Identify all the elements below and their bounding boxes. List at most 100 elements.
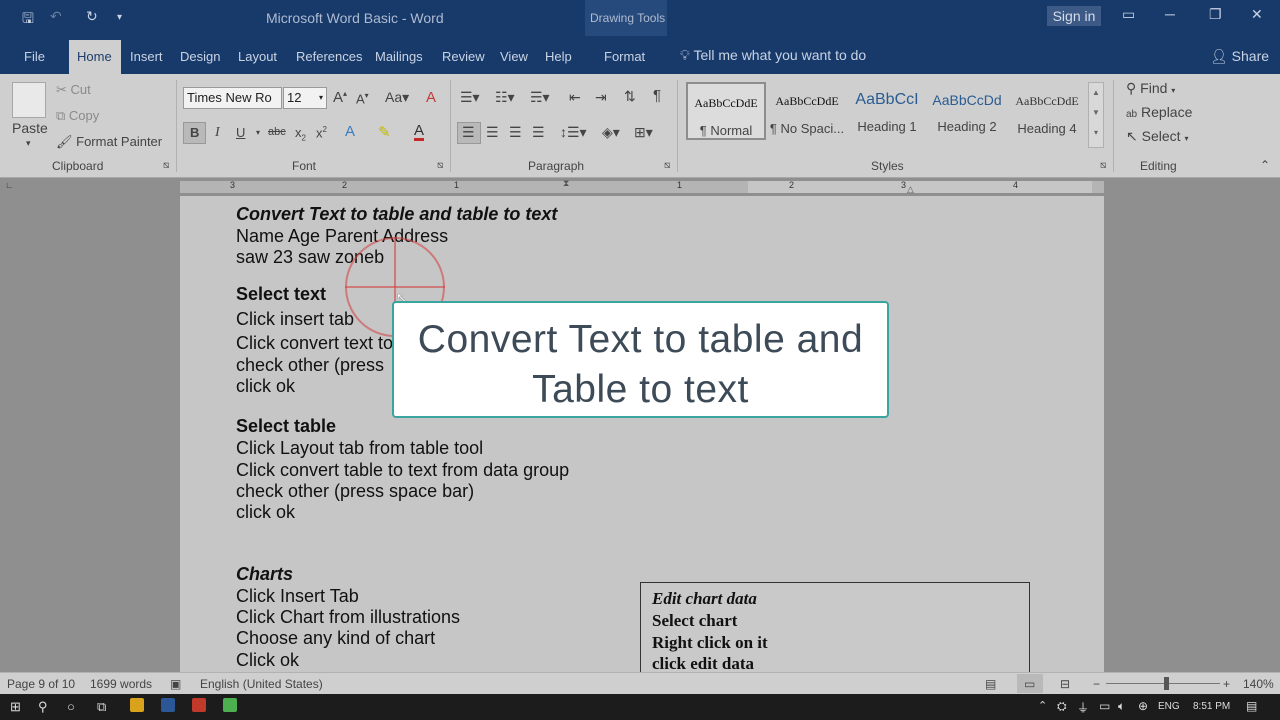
word-app-icon[interactable] (161, 698, 175, 712)
style-heading-4[interactable]: AaBbCcDdE Heading 4 (1007, 82, 1087, 140)
horizontal-ruler[interactable]: 3 2 1 1 2 3 4 ⧗ △ (180, 178, 1104, 195)
paste-dropdown-icon[interactable]: ▾ (26, 138, 31, 149)
show-formatting-icon[interactable]: ¶ (653, 87, 661, 104)
right-indent-marker-icon[interactable]: △ (907, 184, 914, 195)
tab-layout[interactable]: Layout (238, 49, 277, 64)
clock[interactable]: 8:51 PM (1193, 701, 1230, 712)
bold-icon[interactable]: B (190, 125, 199, 140)
superscript-icon[interactable]: x2 (316, 125, 327, 140)
tab-file[interactable]: File (24, 49, 45, 64)
styles-scroll[interactable]: ▲ ▼ ▾ (1088, 82, 1104, 148)
tab-references[interactable]: References (296, 49, 362, 64)
style-heading-2[interactable]: AaBbCcDd Heading 2 (927, 82, 1007, 140)
style-no-spacing[interactable]: AaBbCcDdE ¶ No Spaci... (767, 82, 847, 140)
notifications-icon[interactable]: ▤ (1246, 699, 1257, 713)
format-painter-button[interactable]: 🖌︎ Format Painter (56, 134, 162, 150)
replace-button[interactable]: ab Replace (1126, 104, 1192, 120)
zoom-slider-thumb[interactable] (1164, 677, 1169, 690)
more-styles-icon[interactable]: ▾ (1089, 123, 1103, 143)
paragraph-launcher-icon[interactable]: ⧅ (664, 160, 670, 171)
sign-in-button[interactable]: Sign in (1047, 6, 1101, 26)
battery-icon[interactable]: ▭ (1099, 699, 1110, 713)
usb-icon[interactable]: ⏚ (1077, 699, 1089, 716)
style-heading-1[interactable]: AaBbCcI Heading 1 (847, 82, 927, 140)
change-case-icon[interactable]: Aa▾ (385, 89, 409, 106)
page-count[interactable]: Page 9 of 10 (7, 677, 75, 691)
windows-start-icon[interactable]: ⊞ (10, 699, 21, 715)
close-icon[interactable]: ✕ (1251, 6, 1263, 23)
decrease-indent-icon[interactable]: ⇤ (569, 89, 581, 106)
paste-button[interactable]: Paste (12, 120, 48, 136)
zoom-slider-track[interactable] (1106, 683, 1220, 684)
chevron-down-icon[interactable]: ▾ (256, 128, 260, 137)
font-family-select[interactable]: Times New Ro (183, 87, 282, 109)
search-icon[interactable]: ⚲ (38, 699, 48, 715)
copy-button[interactable]: ⧉ Copy (56, 108, 99, 124)
proofing-icon[interactable]: ▣ (170, 677, 181, 691)
tab-view[interactable]: View (500, 49, 528, 64)
multilevel-list-icon[interactable]: ☴▾ (530, 89, 550, 106)
align-center-icon[interactable]: ☰ (486, 124, 499, 141)
tell-me-search[interactable]: 💡︎ Tell me what you want to do (680, 47, 866, 64)
find-button[interactable]: ⚲ Find ▾ (1126, 80, 1175, 97)
tab-mailings[interactable]: Mailings (375, 49, 423, 64)
camtasia-icon[interactable] (223, 698, 237, 712)
style-normal[interactable]: AaBbCcDdE ¶ Normal (686, 82, 766, 140)
network-icon[interactable]: ⊕ (1138, 699, 1148, 713)
web-layout-icon[interactable]: ⊟ (1060, 677, 1070, 691)
italic-icon[interactable]: I (215, 125, 220, 141)
clear-formatting-icon[interactable]: A (426, 89, 436, 106)
show-hidden-icons[interactable]: ⌃ (1038, 699, 1047, 712)
zoom-in-icon[interactable]: + (1223, 677, 1230, 691)
shrink-font-icon[interactable]: A▾ (356, 91, 369, 106)
highlight-icon[interactable]: ✎ (378, 123, 391, 141)
grow-font-icon[interactable]: A▴ (333, 89, 347, 106)
input-language[interactable]: ENG (1158, 701, 1180, 712)
justify-icon[interactable]: ☰ (532, 124, 545, 141)
zoom-out-icon[interactable]: − (1093, 677, 1100, 691)
cut-button[interactable]: ✂ Cut (56, 82, 91, 98)
font-size-select[interactable]: 12 ▾ (283, 87, 327, 109)
shading-icon[interactable]: ◈▾ (602, 124, 620, 141)
font-color-icon[interactable]: A (414, 123, 425, 141)
share-button[interactable]: 👤︎ Share (1210, 48, 1269, 65)
customize-qat-icon[interactable]: ▾ (117, 12, 122, 23)
cortana-icon[interactable]: ○ (67, 699, 75, 714)
document-page[interactable]: Convert Text to table and table to text … (180, 196, 1104, 682)
tab-design[interactable]: Design (180, 49, 220, 64)
font-launcher-icon[interactable]: ⧅ (437, 160, 443, 171)
tab-home[interactable]: Home (77, 49, 112, 64)
chevron-up-icon[interactable]: ▲ (1089, 83, 1103, 103)
clipboard-launcher-icon[interactable]: ⧅ (163, 160, 169, 171)
zoom-level[interactable]: 140% (1243, 677, 1274, 691)
file-explorer-icon[interactable] (130, 698, 144, 712)
app-icon[interactable] (192, 698, 206, 712)
select-button[interactable]: ↖ Select ▾ (1126, 128, 1188, 145)
line-spacing-icon[interactable]: ↕☰▾ (560, 124, 587, 141)
text-effects-icon[interactable]: A (345, 123, 355, 140)
strikethrough-icon[interactable]: abc (268, 126, 286, 138)
task-view-icon[interactable]: ⧉ (97, 699, 106, 715)
chevron-down-icon[interactable]: ▼ (1089, 103, 1103, 123)
bullets-icon[interactable]: ☰▾ (460, 89, 480, 106)
styles-launcher-icon[interactable]: ⧅ (1100, 160, 1106, 171)
repeat-icon[interactable]: ↻ (86, 8, 98, 25)
volume-icon[interactable]: 🔈︎ (1118, 699, 1125, 714)
tab-help[interactable]: Help (545, 49, 572, 64)
numbering-icon[interactable]: ☷▾ (495, 89, 515, 106)
read-mode-icon[interactable]: ▤ (985, 677, 996, 691)
text-box[interactable]: Edit chart data Select chart Right click… (640, 582, 1030, 682)
undo-icon[interactable]: ↶ (50, 8, 62, 25)
minimize-icon[interactable]: ─ (1165, 6, 1175, 22)
underline-icon[interactable]: U (236, 125, 245, 140)
subscript-icon[interactable]: x2 (295, 125, 306, 143)
word-count[interactable]: 1699 words (90, 677, 152, 691)
collapse-ribbon-icon[interactable]: ⌃ (1260, 158, 1270, 172)
save-icon[interactable]: 🖫 (22, 8, 34, 32)
borders-icon[interactable]: ⊞▾ (634, 124, 653, 141)
indent-marker-icon[interactable]: ⧗ (563, 178, 569, 189)
tab-format[interactable]: Format (604, 49, 645, 64)
print-layout-icon[interactable]: ▭ (1024, 677, 1035, 691)
tab-insert[interactable]: Insert (130, 49, 163, 64)
align-right-icon[interactable]: ☰ (509, 124, 522, 141)
